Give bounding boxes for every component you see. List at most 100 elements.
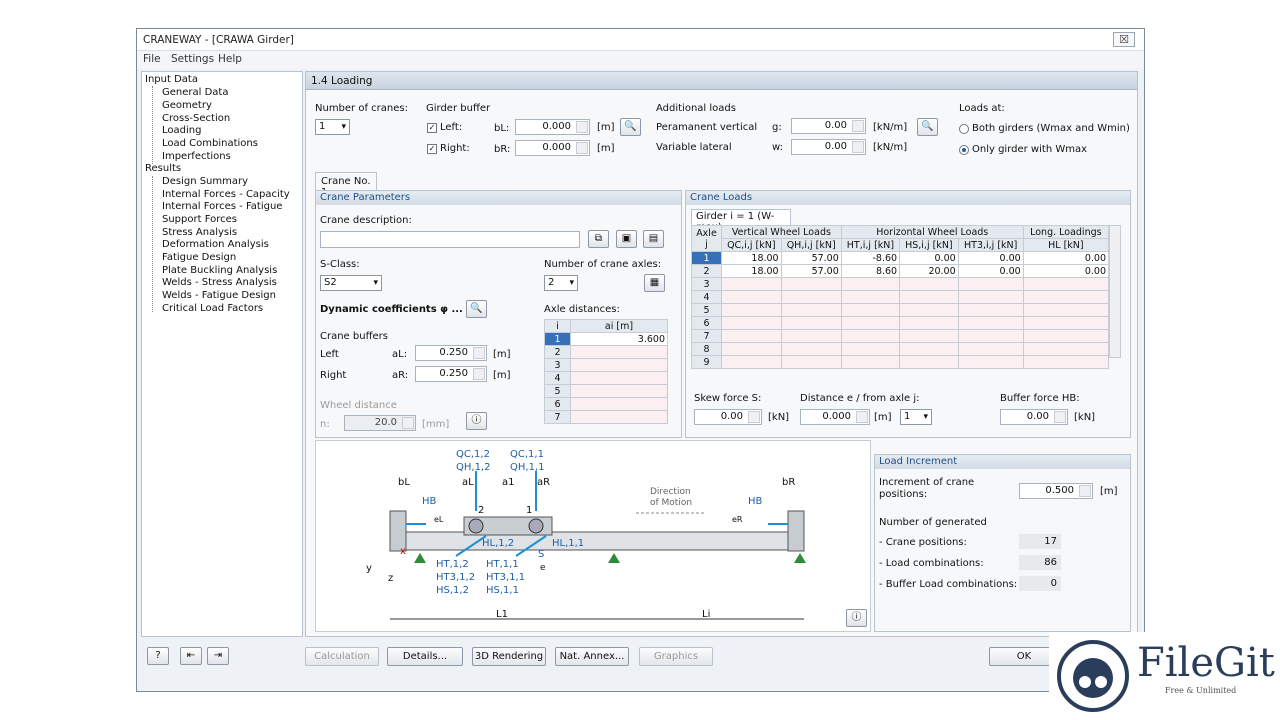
table-cell[interactable] <box>899 342 959 356</box>
tree-item-fatigue-design[interactable]: Fatigue Design <box>160 252 236 263</box>
table-cell[interactable]: 20.00 <box>899 264 959 278</box>
table-cell[interactable]: 8 <box>691 342 722 356</box>
skew-force-input[interactable]: 0.00 <box>694 409 762 425</box>
3d-rendering-button[interactable]: 3D Rendering <box>472 647 546 666</box>
table-cell[interactable]: 0.00 <box>899 251 959 265</box>
table-cell[interactable] <box>721 277 782 291</box>
axles-calc-icon[interactable]: ▦ <box>644 274 665 292</box>
table-cell[interactable] <box>721 355 782 369</box>
distance-e-input[interactable]: 0.000 <box>800 409 870 425</box>
table-cell[interactable] <box>957 355 1024 369</box>
tree-item-load-combinations[interactable]: Load Combinations <box>160 138 258 149</box>
table-row[interactable]: 3 <box>544 358 571 372</box>
tree-item-critical-load-factors[interactable]: Critical Load Factors <box>160 303 263 314</box>
n-input[interactable]: 20.0 <box>344 415 416 431</box>
table-scrollbar[interactable] <box>1109 225 1121 358</box>
table-cell[interactable] <box>957 277 1024 291</box>
table-cell[interactable] <box>840 303 901 317</box>
menu-help[interactable]: Help <box>218 53 242 65</box>
save-icon[interactable]: ▣ <box>616 230 637 248</box>
table-cell[interactable]: 0.00 <box>1022 251 1110 265</box>
table-cell[interactable] <box>570 358 668 372</box>
table-row[interactable]: 6 <box>544 397 571 411</box>
table-cell[interactable] <box>570 397 668 411</box>
tree-item-cross-section[interactable]: Cross-Section <box>160 113 230 124</box>
table-cell[interactable] <box>721 342 782 356</box>
table-cell[interactable] <box>840 329 901 343</box>
table-cell[interactable] <box>840 342 901 356</box>
buffer-details-button[interactable]: 🔍 <box>620 118 641 136</box>
w-input[interactable]: 0.00 <box>791 139 866 155</box>
tree-item-stress-analysis[interactable]: Stress Analysis <box>160 227 237 238</box>
table-cell[interactable]: 5 <box>691 303 722 317</box>
table-cell[interactable] <box>840 277 901 291</box>
table-cell[interactable] <box>899 355 959 369</box>
tree-item-imperfections[interactable]: Imperfections <box>160 151 231 162</box>
both-girders-radio[interactable] <box>959 124 969 134</box>
table-row[interactable]: 1 18.00 57.00 -8.60 0.00 0.00 0.00 <box>691 251 1110 265</box>
table-cell[interactable]: 1 <box>691 251 722 265</box>
tree-item-design-summary[interactable]: Design Summary <box>160 176 248 187</box>
table-row[interactable]: 6 <box>691 316 1110 330</box>
num-cranes-select[interactable]: 1 <box>315 119 350 135</box>
tree-item-forces-capacity[interactable]: Internal Forces - Capacity <box>160 189 290 200</box>
al-input[interactable]: 0.250 <box>415 345 487 361</box>
table-row[interactable]: 7 <box>544 410 571 424</box>
table-cell[interactable] <box>957 303 1024 317</box>
buffer-force-input[interactable]: 0.00 <box>1000 409 1068 425</box>
table-cell[interactable] <box>570 345 668 359</box>
table-cell[interactable] <box>957 290 1024 304</box>
table-row[interactable]: 2 <box>544 345 571 359</box>
table-cell[interactable] <box>1022 303 1110 317</box>
table-cell[interactable]: 2 <box>691 264 722 278</box>
table-cell[interactable] <box>840 355 901 369</box>
table-cell[interactable] <box>570 410 668 424</box>
table-cell[interactable] <box>899 277 959 291</box>
details-button[interactable]: Details... <box>387 647 463 666</box>
table-row[interactable]: 8 <box>691 342 1110 356</box>
table-cell[interactable] <box>780 316 842 330</box>
table-cell[interactable] <box>780 290 842 304</box>
num-axles-select[interactable]: 2 <box>544 275 578 291</box>
increment-input[interactable]: 0.500 <box>1019 483 1093 499</box>
right-buffer-checkbox[interactable]: ✓ <box>427 144 437 154</box>
table-cell[interactable] <box>840 290 901 304</box>
crane-loads-table[interactable]: Axle j Vertical Wheel Loads Horizontal W… <box>691 225 1110 369</box>
table-row[interactable]: 7 <box>691 329 1110 343</box>
close-button[interactable]: ☒ <box>1113 32 1135 47</box>
tree-item-plate-buckling[interactable]: Plate Buckling Analysis <box>160 265 277 276</box>
table-cell[interactable]: 3.600 <box>570 332 668 346</box>
table-cell[interactable]: 8.60 <box>840 264 901 278</box>
help-icon[interactable]: ? <box>147 647 169 665</box>
table-row[interactable]: 9 <box>691 355 1110 369</box>
table-cell[interactable]: 7 <box>691 329 722 343</box>
table-row[interactable]: 3 <box>691 277 1110 291</box>
table-cell[interactable] <box>721 290 782 304</box>
library-icon[interactable]: ▤ <box>643 230 664 248</box>
crane-description-input[interactable] <box>320 231 580 248</box>
only-girder-radio[interactable] <box>959 145 969 155</box>
diagram-info-icon[interactable]: ⓘ <box>846 609 867 627</box>
table-cell[interactable] <box>780 355 842 369</box>
table-cell[interactable] <box>899 303 959 317</box>
table-row[interactable]: 2 18.00 57.00 8.60 20.00 0.00 0.00 <box>691 264 1110 278</box>
tree-item-welds-fatigue[interactable]: Welds - Fatigue Design <box>160 290 276 301</box>
table-cell[interactable] <box>957 342 1024 356</box>
calculation-button[interactable]: Calculation <box>305 647 379 666</box>
tree-item-geometry[interactable]: Geometry <box>160 100 212 111</box>
table-cell[interactable] <box>780 329 842 343</box>
import-icon[interactable]: ⇤ <box>180 647 202 665</box>
table-row[interactable]: 5 <box>544 384 571 398</box>
table-cell[interactable] <box>899 290 959 304</box>
copy-icon[interactable]: ⧉ <box>588 230 609 248</box>
graphics-button[interactable]: Graphics <box>639 647 713 666</box>
table-cell[interactable] <box>780 342 842 356</box>
table-row[interactable]: 1 <box>544 332 571 346</box>
sclass-select[interactable]: S2 <box>320 275 382 291</box>
table-cell[interactable]: 57.00 <box>780 251 842 265</box>
axle-distances-table[interactable]: i ai [m] 1 3.600 2 3 4 5 6 7 <box>544 319 668 424</box>
table-cell[interactable]: -8.60 <box>840 251 901 265</box>
table-cell[interactable] <box>570 384 668 398</box>
table-cell[interactable] <box>957 329 1024 343</box>
tree-item-loading[interactable]: Loading <box>160 125 201 136</box>
